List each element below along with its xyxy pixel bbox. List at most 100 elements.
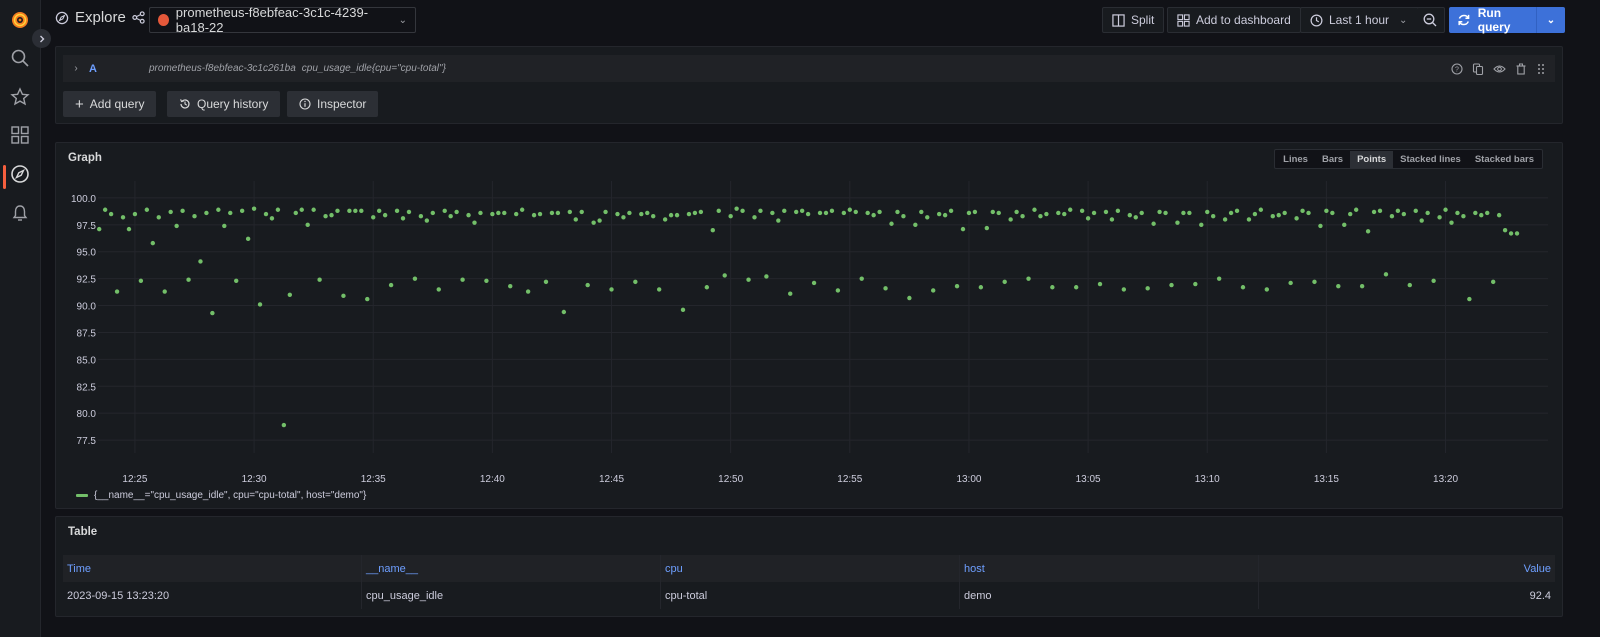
data-point <box>1044 211 1049 217</box>
data-point <box>656 287 662 292</box>
data-point <box>1008 217 1013 222</box>
add-to-dashboard-label: Add to dashboard <box>1196 13 1291 27</box>
column-header-host[interactable]: host <box>960 555 1259 582</box>
y-tick-label: 87.5 <box>77 328 97 339</box>
data-point <box>984 225 990 231</box>
data-point <box>716 208 721 214</box>
eye-icon[interactable] <box>1493 63 1506 75</box>
data-point <box>907 295 912 301</box>
trash-icon[interactable] <box>1515 63 1527 75</box>
column-header-value[interactable]: Value <box>1259 555 1555 582</box>
data-table: Time __name__ cpu host Value 2023-09-15 … <box>63 555 1555 609</box>
data-point <box>1020 214 1025 219</box>
data-point <box>543 279 549 285</box>
data-point <box>514 211 519 217</box>
data-point <box>234 278 239 283</box>
data-point <box>394 208 400 214</box>
share-icon[interactable] <box>132 11 145 24</box>
query-datasource: prometheus-f8ebfeac-3c1c261ba <box>149 63 296 74</box>
column-header-cpu[interactable]: cpu <box>661 555 960 582</box>
query-row-a[interactable]: › A prometheus-f8ebfeac-3c1c261ba cpu_us… <box>63 55 1555 82</box>
grafana-logo-icon[interactable] <box>8 8 32 32</box>
datasource-picker[interactable]: prometheus-f8ebfeac-3c1c-4239-ba18-22 ⌄ <box>149 5 416 35</box>
data-point <box>942 212 948 218</box>
data-point <box>531 212 537 218</box>
data-point <box>1050 285 1055 290</box>
zoom-out-icon <box>1423 13 1437 27</box>
legend-swatch <box>76 494 88 497</box>
data-point <box>668 212 674 218</box>
time-range-picker[interactable]: Last 1 hour ⌄ <box>1300 7 1423 33</box>
add-query-button[interactable]: + Add query <box>63 91 157 117</box>
data-point <box>805 211 811 217</box>
data-point <box>144 207 150 212</box>
y-tick-label: 90.0 <box>77 302 97 313</box>
y-tick-label: 92.5 <box>77 275 97 286</box>
data-point <box>317 277 322 282</box>
cell-name: cpu_usage_idle <box>362 582 661 609</box>
data-point <box>305 222 310 228</box>
query-ref-id[interactable]: A <box>89 63 149 75</box>
data-point <box>1079 208 1085 214</box>
dashboards-icon[interactable] <box>8 123 32 147</box>
column-header-name[interactable]: __name__ <box>362 555 661 582</box>
data-point <box>1288 280 1293 286</box>
data-point <box>1443 207 1448 212</box>
help-icon[interactable]: ? <box>1451 62 1463 75</box>
data-point <box>1502 228 1508 233</box>
data-point <box>359 208 364 214</box>
data-point <box>1407 282 1412 288</box>
data-point <box>478 210 483 216</box>
chevron-right-icon <box>39 35 44 42</box>
y-axis-ticks: 77.5 80.0 82.5 85.0 87.5 90.0 92.5 95.0 97.5 100.… <box>71 194 96 447</box>
sidebar <box>0 0 41 637</box>
data-point <box>341 293 346 299</box>
data-point <box>1264 287 1270 292</box>
data-point <box>1312 279 1317 285</box>
add-to-dashboard-button[interactable]: Add to dashboard <box>1167 7 1301 33</box>
query-history-button[interactable]: Query history <box>167 91 281 117</box>
chart-legend[interactable]: {__name__="cpu_usage_idle", cpu="cpu-tot… <box>76 490 366 501</box>
column-header-time[interactable]: Time <box>63 555 362 582</box>
drag-handle-icon[interactable] <box>1536 63 1546 75</box>
data-point <box>245 236 251 242</box>
star-icon[interactable] <box>8 85 32 109</box>
time-range-label: Last 1 hour <box>1329 13 1390 27</box>
split-button[interactable]: Split <box>1102 7 1165 33</box>
run-options-chevron-icon[interactable]: ⌄ <box>1537 15 1565 26</box>
y-tick-label: 97.5 <box>77 221 97 232</box>
data-point <box>1056 210 1061 216</box>
alerting-bell-icon[interactable] <box>8 201 32 225</box>
cell-host: demo <box>960 582 1259 609</box>
data-point <box>1085 216 1091 221</box>
x-tick-label: 13:00 <box>956 474 981 485</box>
data-point <box>573 217 578 222</box>
duplicate-icon[interactable] <box>1472 62 1484 75</box>
data-point <box>1199 222 1204 228</box>
data-points <box>96 206 1520 428</box>
data-point <box>1324 208 1329 214</box>
data-point <box>406 209 412 215</box>
scatter-chart[interactable]: 77.5 80.0 82.5 85.0 87.5 90.0 92.5 95.0 97.5 100.… <box>56 143 1564 510</box>
data-point <box>132 211 138 217</box>
data-point <box>335 208 340 214</box>
data-point <box>1169 282 1174 288</box>
y-tick-label: 77.5 <box>77 436 97 447</box>
explore-compass-icon[interactable] <box>8 162 32 186</box>
table-header: Time __name__ cpu host Value <box>63 555 1555 582</box>
data-point <box>901 214 906 219</box>
data-point <box>883 286 888 291</box>
inspector-button[interactable]: Inspector <box>287 91 379 117</box>
zoom-out-button[interactable] <box>1417 7 1445 33</box>
search-icon[interactable] <box>8 46 32 70</box>
data-point <box>579 209 584 215</box>
data-point <box>651 214 656 219</box>
explore-compass-icon <box>55 11 69 24</box>
data-point <box>823 210 829 216</box>
expand-sidebar-button[interactable] <box>32 29 51 48</box>
collapse-query-chevron-icon[interactable]: › <box>63 63 89 74</box>
data-point <box>162 289 167 294</box>
data-point <box>1246 217 1252 222</box>
run-query-button[interactable]: Run query ⌄ <box>1449 6 1565 34</box>
history-icon <box>180 99 190 109</box>
